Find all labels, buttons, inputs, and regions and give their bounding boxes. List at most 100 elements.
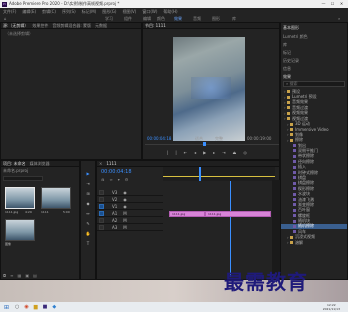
tab-history[interactable]: 历史记录 [281, 57, 347, 65]
lock-track-icon[interactable] [99, 196, 104, 202]
export-frame-icon[interactable]: ◎ [243, 150, 247, 155]
tab-media-browser[interactable]: 媒体浏览器 [30, 161, 50, 167]
lock-track-icon[interactable] [99, 224, 104, 230]
program-playhead[interactable] [203, 142, 206, 146]
workspace-assembly[interactable]: 组件 [124, 16, 132, 22]
workspace-audio[interactable]: 音频 [193, 16, 201, 22]
lock-track-icon[interactable] [99, 203, 104, 209]
tab-project[interactable]: 项目: 未命名 [3, 161, 26, 167]
track-header: V1 ◉ [97, 203, 163, 210]
eye-icon[interactable]: ◉ [123, 204, 127, 209]
close-icon[interactable]: × [99, 161, 102, 166]
tab-program[interactable]: 节目: 1111 [145, 23, 166, 29]
mute-icon[interactable]: M [123, 211, 126, 216]
step-back-icon[interactable]: ◂ [194, 150, 196, 155]
linked-selection-icon[interactable]: ∞ [109, 177, 112, 182]
tab-sequence[interactable]: 1111 [106, 161, 116, 166]
mute-icon[interactable]: M [123, 218, 126, 223]
menu-window[interactable]: 窗口(W) [142, 9, 157, 15]
project-item-thumbnail[interactable] [5, 219, 35, 241]
workspace-learn[interactable]: 学习 [105, 16, 113, 22]
tab-info[interactable]: 信息 [281, 65, 347, 73]
timeline-ruler[interactable] [163, 167, 275, 181]
lock-track-icon[interactable] [99, 210, 104, 216]
minimize-icon[interactable]: — [319, 0, 328, 8]
lift-icon[interactable]: ⏏ [233, 150, 237, 155]
premiere-taskbar-icon[interactable]: ■ [43, 304, 48, 310]
pen-tool-icon[interactable]: ✎ [86, 221, 89, 226]
mark-out-icon[interactable]: | [175, 150, 176, 155]
menu-graphics[interactable]: 图形(G) [102, 9, 116, 15]
slip-tool-icon[interactable]: ↔ [86, 211, 89, 216]
menu-edit[interactable]: 编辑(E) [22, 9, 36, 15]
eye-icon[interactable]: ◉ [123, 190, 127, 195]
clock-date[interactable]: 2021/11/13 [323, 307, 340, 311]
search-icon[interactable]: ○ [15, 304, 19, 310]
effects-search-input[interactable]: ⌕ 搜索 [283, 81, 345, 87]
new-item-icon[interactable]: ▣ [25, 273, 29, 278]
eye-icon[interactable]: ◉ [123, 197, 127, 202]
hand-tool-icon[interactable]: ✋ [86, 231, 91, 236]
workspace-effects[interactable]: 效果 [174, 16, 182, 22]
search-icon[interactable]: ⌕ [338, 16, 340, 21]
play-icon[interactable]: ▶ [203, 150, 206, 155]
wrench-icon[interactable]: ⚙ [125, 177, 129, 182]
project-item-thumbnail[interactable] [5, 187, 35, 209]
type-tool-icon[interactable]: T [87, 241, 89, 246]
tab-audio-mixer[interactable]: 音频剪辑混合器: 蒙版 [52, 23, 91, 29]
go-to-out-icon[interactable]: ⇥ [222, 150, 225, 155]
timeline-timecode[interactable]: 00:00:04:18 [101, 169, 132, 175]
ripple-edit-tool-icon[interactable]: ⊞ [86, 191, 89, 196]
tab-libraries[interactable]: 库 [281, 41, 347, 49]
tab-markers[interactable]: 标记 [281, 49, 347, 57]
program-fit-select[interactable]: 适合 [195, 136, 203, 142]
project-item-thumbnail[interactable] [41, 187, 71, 209]
trash-icon[interactable]: ▤ [33, 273, 37, 278]
menu-file[interactable]: 文件(F) [3, 9, 16, 15]
menu-view[interactable]: 视图(V) [122, 9, 136, 15]
program-scrubber[interactable] [145, 144, 279, 145]
menu-marker[interactable]: 标记(M) [82, 9, 97, 15]
mute-icon[interactable]: M [123, 225, 126, 230]
lock-track-icon[interactable] [99, 217, 104, 223]
folder-icon[interactable]: ▆ [34, 304, 38, 310]
tab-effect-controls[interactable]: 效果控件 [32, 23, 48, 29]
mark-in-icon[interactable]: | [167, 150, 168, 155]
tab-metadata[interactable]: 元数据 [95, 23, 107, 29]
workspace-edit[interactable]: 编辑 [143, 16, 151, 22]
start-icon[interactable]: ⊞ [4, 304, 9, 311]
go-to-in-icon[interactable]: ⇤ [184, 150, 187, 155]
tab-source[interactable]: 源:（无剪辑） [3, 23, 28, 29]
track-select-tool-icon[interactable]: ⇥ [86, 181, 89, 186]
snap-icon[interactable]: ⋒ [101, 177, 104, 182]
project-search-input[interactable] [3, 176, 43, 181]
add-marker-icon[interactable]: ▾ [118, 177, 120, 182]
icon-view-icon[interactable]: ▦ [18, 273, 22, 278]
browser-icon[interactable]: ◉ [24, 304, 28, 310]
lock-track-icon[interactable] [99, 189, 104, 195]
lock-icon[interactable]: ◘ [3, 273, 6, 278]
app-icon[interactable]: ◆ [52, 304, 56, 310]
selection-tool-icon[interactable]: ▶ [86, 171, 89, 176]
menu-sequence[interactable]: 序列(S) [62, 9, 76, 15]
tab-lumetri[interactable]: Lumetri 颜色 [281, 33, 347, 41]
effects-folder[interactable]: › 溶解 [281, 240, 347, 245]
step-forward-icon[interactable]: ▸ [213, 150, 215, 155]
razor-tool-icon[interactable]: ◆ [86, 201, 89, 206]
timeline-clip[interactable]: 1111.jpg [205, 211, 271, 217]
workspace-graphics[interactable]: 图形 [212, 16, 220, 22]
maximize-icon[interactable]: ☐ [328, 0, 337, 8]
list-view-icon[interactable]: ≡ [10, 273, 13, 278]
close-icon[interactable]: ✕ [337, 0, 346, 8]
workspace-libraries[interactable]: 库 [232, 16, 236, 22]
menu-help[interactable]: 帮助(H) [163, 9, 177, 15]
home-icon[interactable]: ⌂ [4, 16, 7, 21]
menu-clip[interactable]: 剪辑(C) [42, 9, 56, 15]
tab-effects[interactable]: 效果 [281, 73, 347, 80]
playhead[interactable] [199, 167, 201, 181]
work-area-bar[interactable] [163, 176, 275, 177]
timeline-clip[interactable]: 1111.jpg [169, 211, 205, 217]
effect-label: 溶解 [295, 239, 303, 245]
workspace-color[interactable]: 颜色 [157, 16, 165, 22]
program-quality-select[interactable]: 完整 [215, 136, 223, 142]
